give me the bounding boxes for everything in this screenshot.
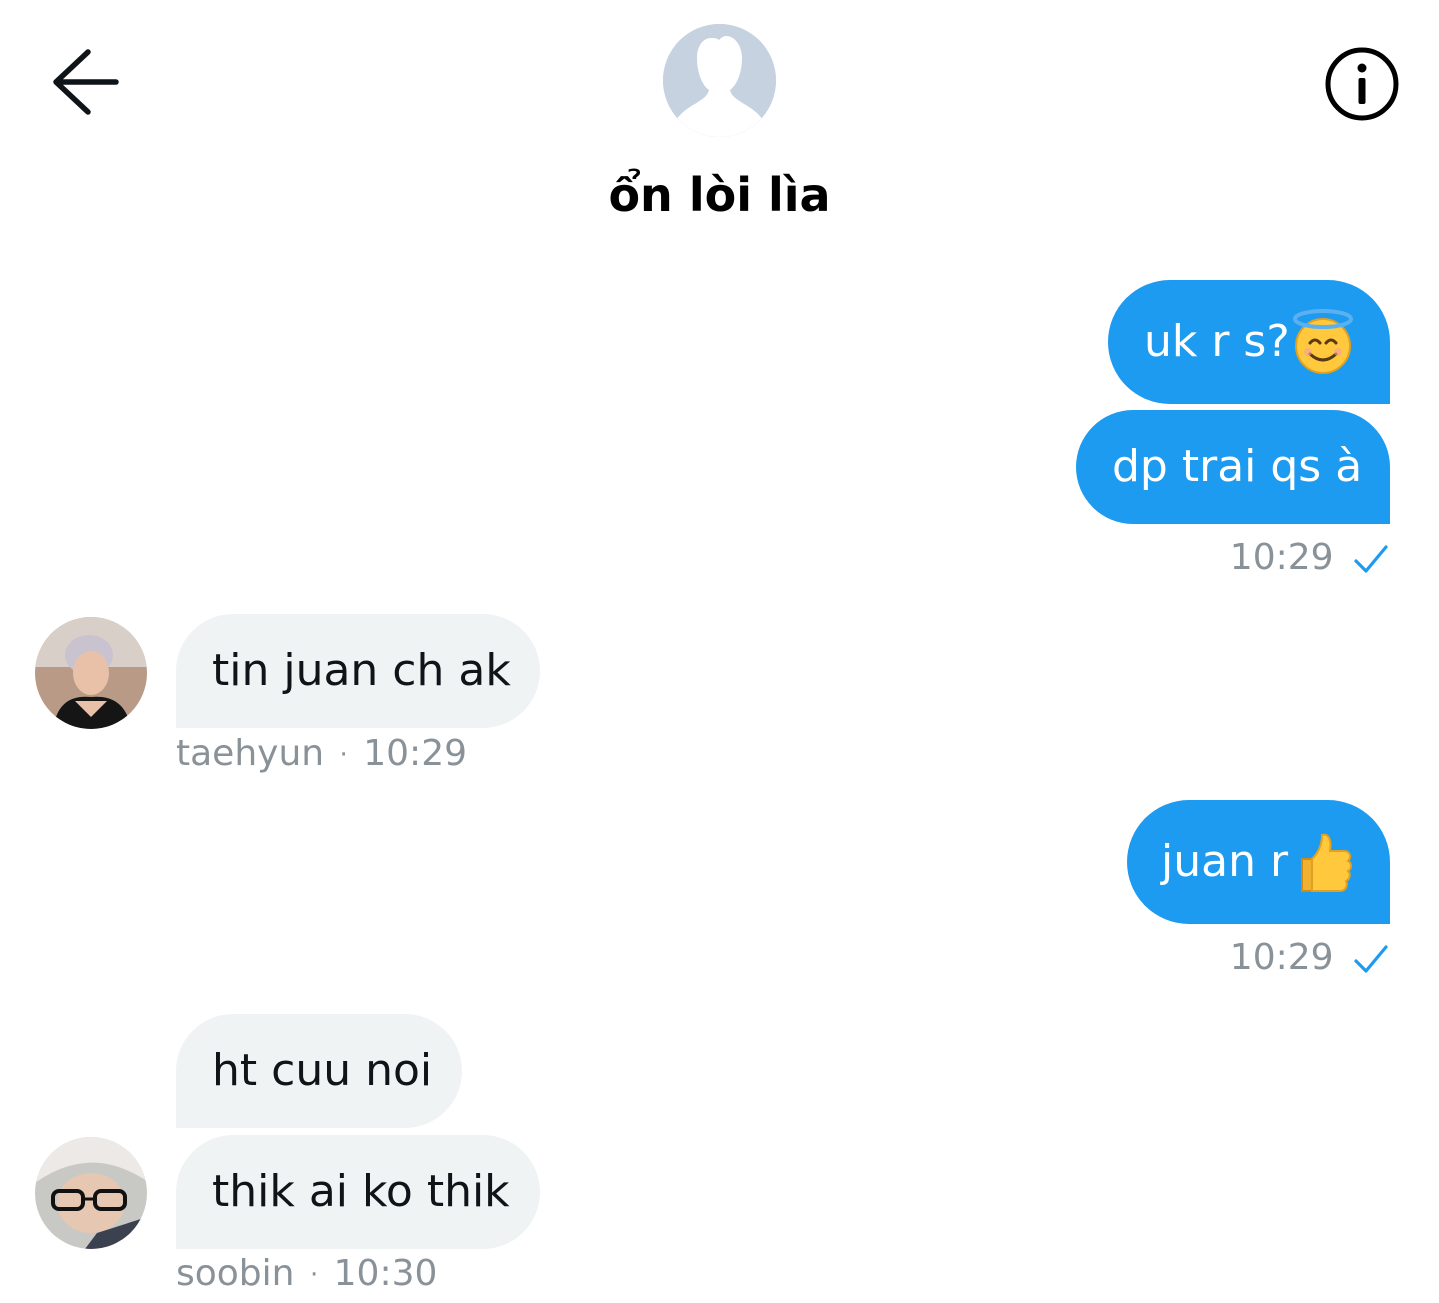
sent-message-bubble[interactable]: juan r	[1127, 800, 1390, 924]
message-text: dp trai qs à	[1112, 441, 1363, 492]
check-icon	[1354, 545, 1388, 573]
received-message-bubble[interactable]: tin juan ch ak	[176, 614, 540, 728]
received-message-bubble[interactable]: ht cuu noi	[176, 1014, 462, 1128]
sender-name: taehyun	[176, 733, 325, 774]
meta-separator: ·	[339, 740, 348, 770]
thumbs-up-icon	[1288, 829, 1354, 895]
meta-separator: ·	[309, 1260, 319, 1290]
conversation-title: ổn lòi lìa	[608, 168, 831, 222]
message-text: uk r s?	[1144, 316, 1290, 367]
message-text: tin juan ch ak	[212, 645, 511, 696]
sent-message-bubble[interactable]: uk r s?	[1108, 280, 1390, 404]
user-photo-icon	[35, 617, 147, 729]
avatar-taehyun[interactable]	[35, 617, 147, 729]
message-meta: soobin · 10:30	[176, 1252, 437, 1297]
message-meta: taehyun · 10:29	[176, 732, 467, 777]
received-message-bubble[interactable]: thik ai ko thik	[176, 1135, 540, 1249]
check-icon	[1354, 945, 1388, 973]
user-photo-icon	[35, 1137, 147, 1249]
info-icon	[1325, 47, 1399, 121]
back-button[interactable]	[40, 44, 130, 120]
message-text: ht cuu noi	[212, 1045, 433, 1096]
arrow-left-icon	[53, 49, 119, 115]
default-avatar-icon	[663, 24, 776, 137]
message-time: 10:29	[1229, 537, 1334, 578]
conversation-info-button[interactable]	[1318, 40, 1406, 128]
sender-name: soobin	[176, 1253, 295, 1294]
message-time: 10:29	[363, 733, 467, 774]
group-avatar[interactable]	[663, 24, 776, 137]
message-time: 10:29	[1229, 937, 1334, 978]
message-meta: 10:29	[1230, 936, 1389, 980]
message-text: juan r	[1161, 836, 1289, 887]
smiling-face-with-halo-icon	[1290, 309, 1356, 375]
avatar-soobin[interactable]	[35, 1137, 147, 1249]
message-text: thik ai ko thik	[212, 1166, 510, 1217]
sent-message-bubble[interactable]: dp trai qs à	[1076, 410, 1390, 524]
message-meta: 10:29	[1230, 536, 1389, 580]
message-time: 10:30	[333, 1253, 438, 1294]
